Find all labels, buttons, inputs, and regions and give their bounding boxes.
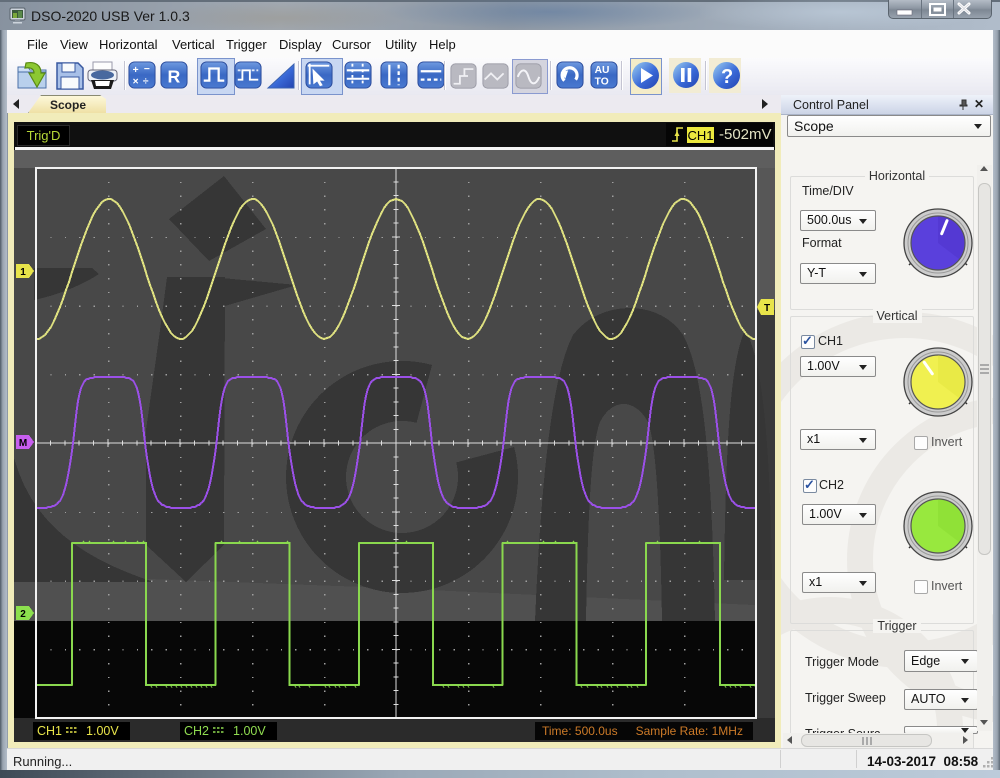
svg-text:2: 2 <box>20 609 26 620</box>
svg-text:?: ? <box>721 66 733 88</box>
svg-text:−: − <box>144 64 150 75</box>
svg-text:1: 1 <box>20 267 26 278</box>
svg-text:×: × <box>133 76 139 87</box>
svg-text:AU: AU <box>595 65 610 76</box>
svg-text:TO: TO <box>595 76 609 87</box>
svg-text:+: + <box>133 65 139 76</box>
svg-text:M: M <box>19 438 27 449</box>
svg-text:÷: ÷ <box>143 76 149 87</box>
svg-text:R: R <box>167 66 180 86</box>
svg-text:T: T <box>764 303 770 314</box>
